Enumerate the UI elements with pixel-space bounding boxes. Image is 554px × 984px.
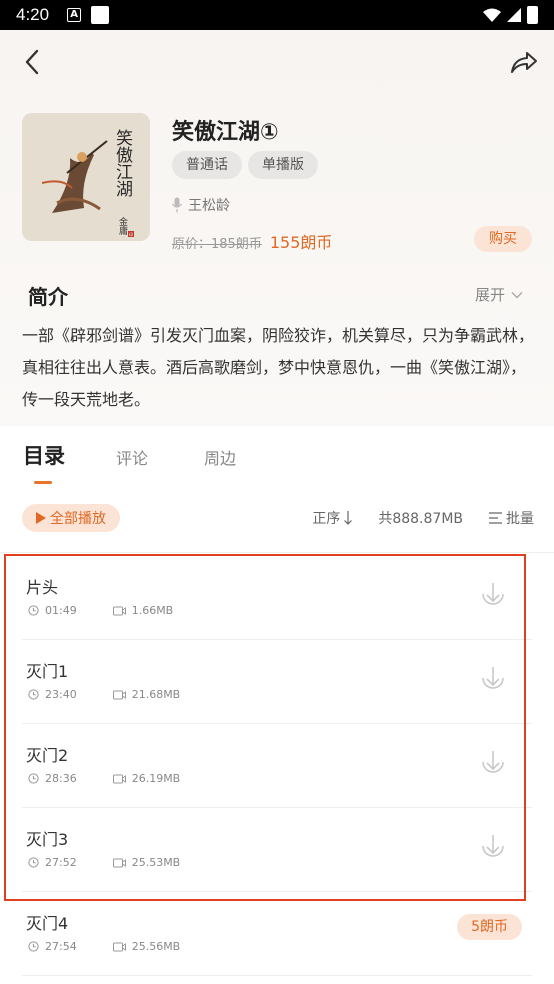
episode-title: 灭门4 [26,914,69,933]
episode-size: 25.53MB [131,856,181,869]
episode-duration: 27:52 [45,856,77,869]
episode-list: 片头 01:49 1.66MB 灭门1 23:40 21.68MB 灭门2 28… [0,556,554,976]
chevron-down-icon [511,291,523,298]
tab-comments[interactable]: 评论 [116,445,148,469]
tab-bar: 目录 评论 周边 [0,436,554,486]
list-toolbar: 全部播放 正序 共888.87MB 批量 [0,504,554,536]
play-all-label: 全部播放 [50,511,106,527]
list-item[interactable]: 灭门3 27:52 25.53MB [22,808,532,892]
intro-title: 简介 [28,285,68,309]
status-right [483,6,538,24]
episode-size: 21.68MB [131,688,181,701]
cover-artwork: 笑傲江湖 金庸 印 [22,113,150,241]
download-icon[interactable] [478,748,508,778]
notification-a-icon: A [67,8,82,22]
episode-price-button[interactable]: 5朗币 [457,914,522,940]
list-item[interactable]: 灭门1 23:40 21.68MB [22,640,532,724]
active-tab-indicator [34,481,52,484]
episode-meta: 28:36 26.19MB [28,772,180,785]
episode-title: 灭门3 [26,830,69,849]
notification-square-icon [91,6,110,24]
author-name: 王松龄 [188,198,230,214]
share-button[interactable] [510,48,538,76]
toolbar-actions: 正序 共888.87MB 批量 [312,508,534,528]
episode-size: 1.66MB [131,604,174,617]
status-bar: 4:20 A [0,0,554,30]
file-size-icon [112,690,126,699]
wifi-icon [483,8,501,22]
clock-icon [28,605,39,616]
sort-button[interactable]: 正序 [312,508,353,528]
list-icon [489,512,502,524]
share-icon [511,52,537,73]
battery-icon [527,6,538,24]
clock-icon [28,857,39,868]
list-item[interactable]: 灭门4 27:54 25.56MB 5朗币 [22,892,532,976]
episode-duration: 28:36 [45,772,77,785]
album-cover: 笑傲江湖 金庸 印 [22,113,150,241]
cover-seal: 印 [129,231,133,237]
tab-peripherals[interactable]: 周边 [204,445,236,469]
episode-meta: 01:49 1.66MB [28,604,173,617]
total-size: 共888.87MB [378,511,463,527]
episode-size: 25.56MB [131,940,181,953]
status-time: 4:20 [16,5,50,24]
episode-meta: 27:54 25.56MB [28,940,180,953]
price-row: 原价：185朗币 155朗币 [172,229,332,253]
download-icon[interactable] [478,832,508,862]
tag-mandarin[interactable]: 普通话 [172,151,242,179]
file-size-icon [112,942,126,951]
episode-title: 片头 [26,578,59,597]
back-button[interactable] [18,48,46,76]
file-size-icon [112,774,126,783]
signal-icon [507,8,521,22]
intro-text: 一部《辟邪剑谱》引发灭门血案，阴险狡诈，机关算尽，只为争霸武林，真相往往出人意表… [22,326,535,409]
episode-size: 26.19MB [131,772,181,785]
original-price: 原价：185朗币 [172,237,262,252]
cover-signature: 金庸 [117,216,128,236]
episode-duration: 01:49 [45,604,77,617]
play-all-button[interactable]: 全部播放 [22,504,120,532]
buy-button[interactable]: 购买 [474,226,532,252]
list-item[interactable]: 片头 01:49 1.66MB [22,556,532,640]
cover-calligraphy: 笑傲江湖 [112,129,133,198]
sort-arrow-icon [344,511,353,525]
toolbar-divider [0,552,554,553]
clock-icon [28,773,39,784]
author[interactable]: 王松龄 [172,195,230,215]
file-size-icon [112,858,126,867]
batch-button[interactable]: 批量 [489,508,534,528]
expand-button[interactable]: 展开 [475,284,523,305]
clock-icon [28,689,39,700]
episode-meta: 23:40 21.68MB [28,688,180,701]
batch-label: 批量 [506,511,534,527]
current-price: 155朗币 [269,233,333,252]
download-icon[interactable] [478,580,508,610]
back-arrow-icon [25,49,39,75]
file-size-icon [112,606,126,615]
tab-catalog[interactable]: 目录 [23,440,65,470]
clock-icon [28,941,39,952]
play-icon [36,512,46,524]
episode-title: 灭门1 [26,662,69,681]
episode-meta: 27:52 25.53MB [28,856,180,869]
album-title: 笑傲江湖① [172,120,279,145]
list-item[interactable]: 灭门2 28:36 26.19MB [22,724,532,808]
download-icon[interactable] [478,664,508,694]
expand-label: 展开 [475,286,506,304]
episode-title: 灭门2 [26,746,69,765]
episode-duration: 27:54 [45,940,77,953]
tag-list: 普通话 单播版 [172,151,318,179]
microphone-icon [172,197,182,213]
episode-duration: 23:40 [45,688,77,701]
sort-label: 正序 [312,511,341,527]
tag-solo[interactable]: 单播版 [248,151,318,179]
